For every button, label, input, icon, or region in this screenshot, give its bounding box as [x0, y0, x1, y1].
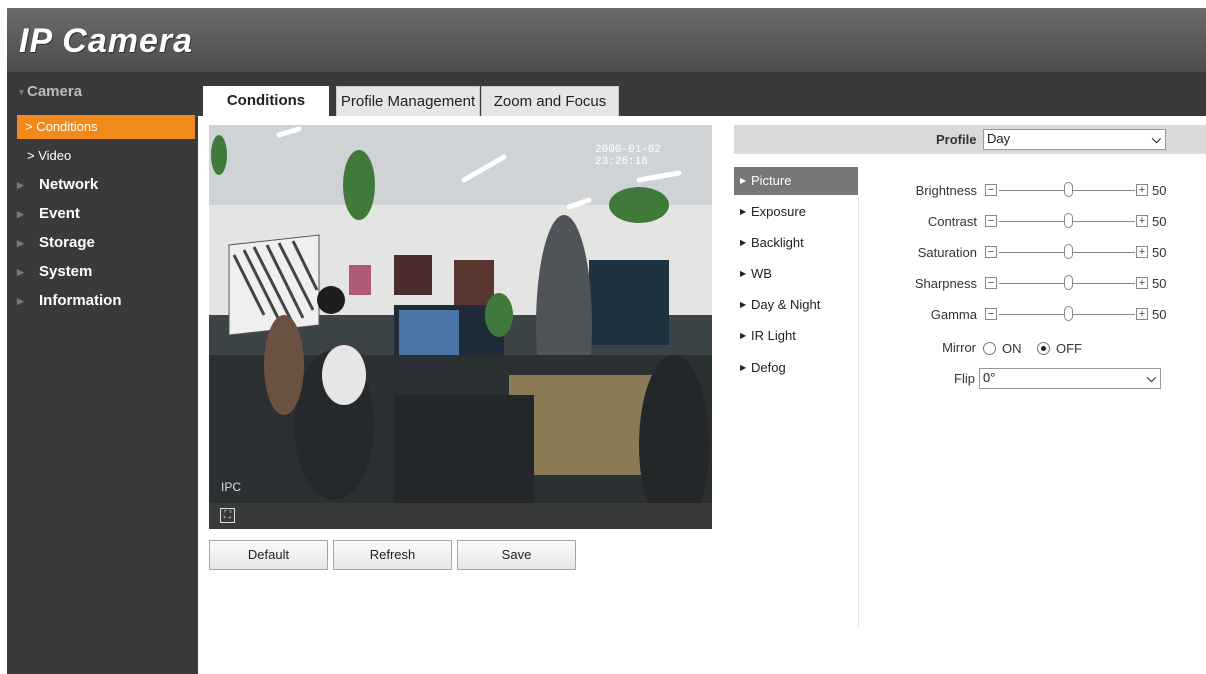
sidebar-item-camera[interactable]: ▼ Camera [7, 78, 198, 106]
collapsed-arrow-icon: ▶ [17, 296, 24, 306]
sidebar-item-network[interactable]: ▶ Network [7, 171, 198, 199]
sidebar-item-conditions[interactable]: > Conditions [17, 115, 195, 139]
video-channel-label: IPC [221, 480, 242, 494]
mirror-label: Mirror [942, 340, 976, 355]
triangle-right-icon: ▶ [740, 331, 747, 340]
tab-profile-management[interactable]: Profile Management [336, 86, 480, 116]
sidebar-item-label: Event [39, 205, 80, 222]
triangle-right-icon: ▶ [740, 238, 747, 247]
video-toolbar [209, 503, 712, 529]
panel-divider [858, 197, 859, 627]
flip-select[interactable]: 0° ⌵ [979, 368, 1161, 389]
expanded-arrow-icon: ▼ [17, 87, 26, 97]
sidebar: ▼ Camera > Conditions > Video ▶ Network … [7, 72, 198, 674]
sidebar-item-label: Information [39, 292, 122, 309]
profile-select[interactable]: Day ⌵ [983, 129, 1166, 150]
triangle-right-icon: ▶ [740, 363, 747, 372]
collapsed-arrow-icon: ▶ [17, 209, 24, 219]
brightness-plus-button[interactable]: + [1136, 184, 1148, 196]
sidebar-item-label: System [39, 263, 93, 280]
menu-item-label: Picture [751, 173, 792, 188]
sharpness-plus-button[interactable]: + [1136, 277, 1148, 289]
saturation-slider-thumb[interactable] [1064, 244, 1073, 259]
menu-item-label: WB [751, 266, 772, 281]
contrast-slider-thumb[interactable] [1064, 213, 1073, 228]
menu-item-backlight[interactable]: ▶ Backlight [734, 229, 858, 257]
sidebar-item-event[interactable]: ▶ Event [7, 200, 198, 228]
menu-item-label: Day & Night [751, 297, 821, 312]
menu-item-label: Backlight [751, 235, 804, 250]
saturation-minus-button[interactable]: − [985, 246, 997, 258]
sidebar-item-label: Camera [27, 83, 83, 100]
brightness-label: Brightness [915, 183, 977, 198]
collapsed-arrow-icon: ▶ [17, 267, 24, 277]
brightness-minus-button[interactable]: − [985, 184, 997, 196]
menu-item-defog[interactable]: ▶ Defog [734, 354, 858, 382]
gamma-plus-button[interactable]: + [1136, 308, 1148, 320]
triangle-right-icon: ▶ [740, 207, 747, 216]
menu-item-label: IR Light [751, 328, 796, 343]
sidebar-item-label: > Conditions [25, 119, 98, 134]
sidebar-item-system[interactable]: ▶ System [7, 258, 198, 286]
gamma-slider-thumb[interactable] [1064, 306, 1073, 321]
profile-label: Profile [936, 132, 977, 147]
default-button[interactable]: Default [209, 540, 328, 570]
contrast-minus-button[interactable]: − [985, 215, 997, 227]
gamma-minus-button[interactable]: − [985, 308, 997, 320]
video-frame-image [209, 125, 712, 529]
app-logo: IP Camera [19, 22, 194, 60]
mirror-off-label: OFF [1056, 341, 1082, 356]
flip-select-value: 0° [983, 370, 996, 385]
mirror-on-radio[interactable] [983, 342, 996, 355]
sidebar-item-label: > Video [27, 148, 72, 163]
saturation-label: Saturation [917, 245, 977, 260]
gamma-label: Gamma [930, 307, 977, 322]
menu-item-day-night[interactable]: ▶ Day & Night [734, 291, 858, 319]
brightness-slider-thumb[interactable] [1064, 182, 1073, 197]
mirror-on-label: ON [1002, 341, 1022, 356]
triangle-right-icon: ▶ [740, 300, 747, 309]
app-frame: IP Camera ▼ Camera > Conditions > Video … [7, 8, 1206, 674]
contrast-label: Contrast [927, 214, 977, 229]
sharpness-value: 50 [1152, 276, 1167, 291]
menu-item-label: Exposure [751, 204, 806, 219]
tab-conditions[interactable]: Conditions [203, 86, 329, 116]
menu-item-picture[interactable]: ▶ Picture [734, 167, 858, 195]
sidebar-item-video[interactable]: > Video [7, 144, 198, 168]
sidebar-item-storage[interactable]: ▶ Storage [7, 229, 198, 257]
sharpness-minus-button[interactable]: − [985, 277, 997, 289]
fullscreen-icon[interactable]: ⛶ [220, 508, 235, 523]
sidebar-item-label: Storage [39, 234, 95, 251]
sharpness-label: Sharpness [914, 276, 977, 291]
sharpness-slider-thumb[interactable] [1064, 275, 1073, 290]
sidebar-item-information[interactable]: ▶ Information [7, 287, 198, 315]
chevron-down-icon: ⌵ [1151, 132, 1161, 146]
saturation-value: 50 [1152, 245, 1167, 260]
menu-item-label: Defog [751, 360, 786, 375]
gamma-value: 50 [1152, 307, 1167, 322]
saturation-plus-button[interactable]: + [1136, 246, 1148, 258]
refresh-button[interactable]: Refresh [333, 540, 452, 570]
video-timestamp: 2000-01-02 23:26:18 [595, 144, 662, 168]
menu-item-wb[interactable]: ▶ WB [734, 260, 858, 288]
triangle-right-icon: ▶ [740, 269, 747, 278]
brightness-value: 50 [1152, 183, 1167, 198]
live-video-preview: 2000-01-02 23:26:18 IPC [209, 125, 712, 529]
chevron-down-icon: ⌵ [1146, 371, 1156, 385]
menu-item-exposure[interactable]: ▶ Exposure [734, 198, 858, 226]
sidebar-item-label: Network [39, 176, 99, 193]
collapsed-arrow-icon: ▶ [17, 180, 24, 190]
tab-zoom-and-focus[interactable]: Zoom and Focus [481, 86, 619, 116]
profile-select-value: Day [987, 131, 1011, 146]
flip-label: Flip [954, 371, 975, 386]
menu-item-ir-light[interactable]: ▶ IR Light [734, 322, 858, 350]
contrast-value: 50 [1152, 214, 1167, 229]
triangle-right-icon: ▶ [740, 176, 747, 185]
save-button[interactable]: Save [457, 540, 576, 570]
mirror-off-radio[interactable] [1037, 342, 1050, 355]
collapsed-arrow-icon: ▶ [17, 238, 24, 248]
contrast-plus-button[interactable]: + [1136, 215, 1148, 227]
header-bar: IP Camera [7, 8, 1206, 72]
